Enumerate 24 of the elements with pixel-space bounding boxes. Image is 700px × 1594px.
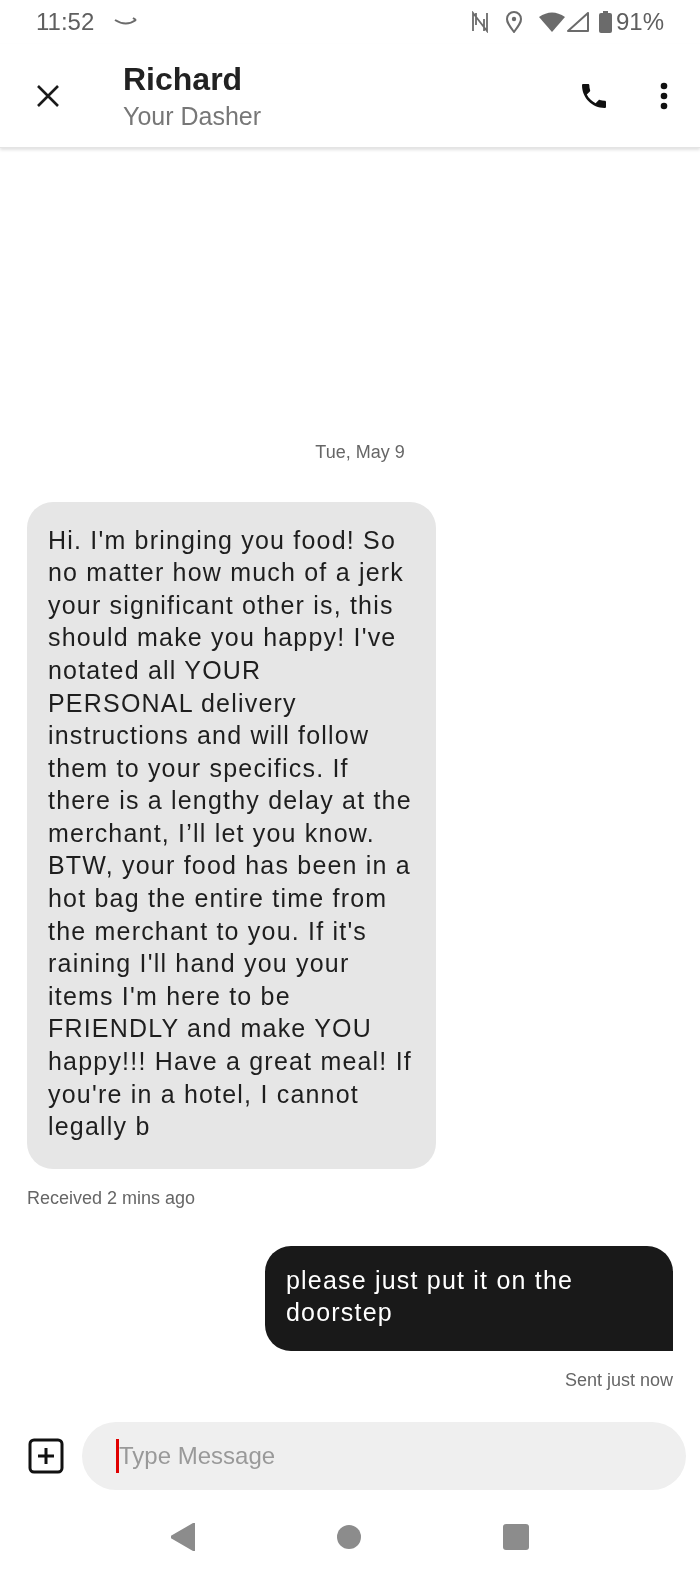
sent-message: please just put it on the doorstep [265,1245,673,1351]
smile-icon [114,17,139,27]
add-icon [28,1438,64,1474]
contact-role: Your Dasher [123,100,262,132]
home-icon[interactable] [336,1524,362,1550]
message-timestamp: Received 2 mins ago [27,1186,196,1210]
contact-name: Richard [123,59,244,99]
status-time: 11:52 [36,7,95,37]
location-icon [504,11,523,33]
recents-icon[interactable] [503,1524,530,1550]
message-timestamp: Sent just now [564,1369,673,1392]
date-divider: Tue, May 9 [315,440,405,464]
message-input[interactable]: Type Message [82,1422,686,1490]
signal-icon [566,12,589,32]
received-message: Hi. I'm bringing you food! So no matter how much of a jerk your significant other is, this should make you happy! I've notated all YOUR PERSONAL delivery instructions and will follow them to your specifics. If there is a lengthy delay at the merchant, I’ll let you know. BTW, your food has been in a hot bag the entire time from the merchant to you. If it's raining I'll hand you your items I'm here to be FRIENDLY and make YOU happy!!! Have a great meal! If you're in a hotel, I cannot legally b [27,501,436,1169]
text-cursor [116,1439,119,1473]
add-attachment-button[interactable] [28,1438,64,1474]
battery-percentage: 91% [615,7,664,37]
nfc-icon [470,11,489,33]
wifi-icon [538,12,565,32]
close-icon [36,83,60,108]
more-options-icon [660,81,668,110]
back-icon[interactable] [170,1523,195,1551]
battery-icon [598,11,612,33]
